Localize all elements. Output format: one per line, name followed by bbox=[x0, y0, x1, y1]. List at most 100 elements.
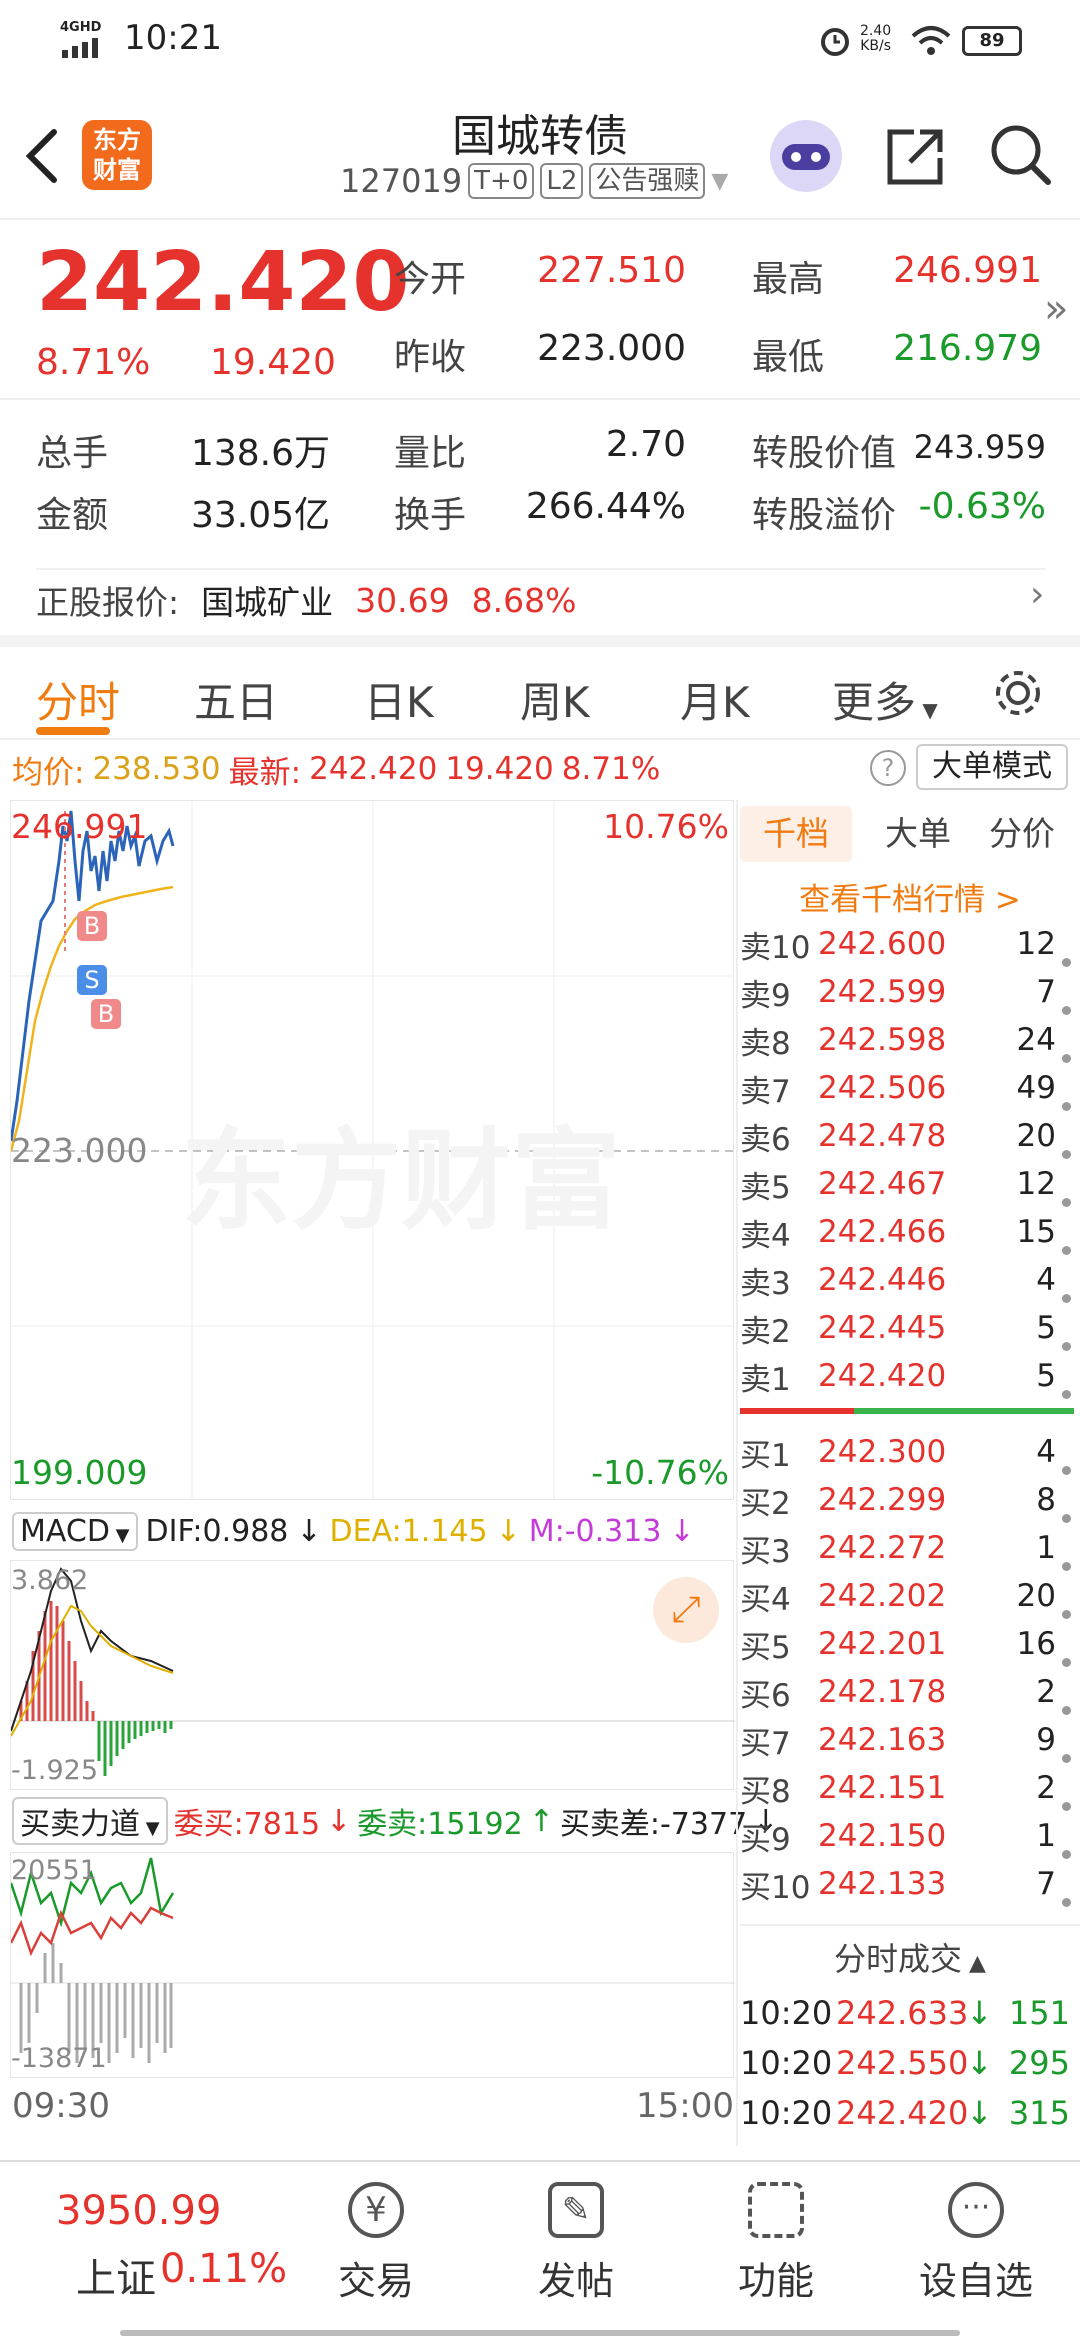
security-subtitle: 127019 T+0 L2 公告强赎 ▼ bbox=[340, 162, 728, 200]
flow-chart[interactable]: 20551 -13871 bbox=[10, 1852, 735, 2078]
flow-top-value: 20551 bbox=[11, 1855, 97, 1886]
expand-chevron-icon[interactable]: » bbox=[1044, 286, 1068, 332]
macd-selector[interactable]: MACD ▼ bbox=[12, 1511, 138, 1551]
macd-header: MACD ▼ DIF:0.988 ↓ DEA:1.145 ↓ M:-0.313 ↓ bbox=[12, 1506, 695, 1556]
macd-green-bars bbox=[97, 1721, 173, 1776]
bid-row[interactable]: 买5 242.201 16 bbox=[740, 1620, 1080, 1668]
settings-gear-icon[interactable] bbox=[990, 665, 1046, 721]
intraday-chart[interactable]: 东方财富 246.991 10.76% 223.000 199.009 -10.… bbox=[10, 800, 735, 1501]
macd-chart[interactable]: 3.862 -1.925 ⤢ bbox=[10, 1560, 735, 1790]
book-tab-depth[interactable]: 千档 bbox=[740, 806, 852, 862]
tab-more[interactable]: 更多 ▼ bbox=[832, 669, 938, 730]
row-dot-icon bbox=[1062, 1687, 1076, 1697]
tick-volume: 315 bbox=[1008, 2094, 1070, 2132]
ask-label: 卖2 bbox=[740, 1313, 791, 1350]
ask-row[interactable]: 卖4 242.466 15 bbox=[740, 1208, 1080, 1256]
nav-post[interactable]: ✎ 发帖 bbox=[496, 2182, 656, 2305]
tab-five-day[interactable]: 五日 bbox=[194, 669, 278, 730]
chart-top-pct: 10.76% bbox=[603, 807, 729, 846]
bid-row[interactable]: 买10 242.133 7 bbox=[740, 1860, 1080, 1908]
buy-marker[interactable]: B bbox=[77, 911, 107, 941]
buy-marker[interactable]: B bbox=[91, 999, 121, 1029]
amount-label: 金额 bbox=[36, 495, 109, 536]
bid-volume: 2 bbox=[1036, 1674, 1056, 1710]
ask-row[interactable]: 卖5 242.467 12 bbox=[740, 1160, 1080, 1208]
volume-ratio-label: 量比 bbox=[394, 433, 467, 474]
underlying-stock-row[interactable]: 正股报价: 国城矿业 30.69 8.68% bbox=[36, 568, 576, 632]
fullscreen-expand-icon[interactable]: ⤢ bbox=[653, 1577, 719, 1643]
bid-ask-ratio-bar-sell bbox=[740, 1408, 854, 1414]
bid-label: 买10 bbox=[740, 1869, 811, 1906]
open-label: 今开 bbox=[394, 259, 467, 300]
low-value: 216.979 bbox=[893, 328, 1042, 369]
big-order-mode-button[interactable]: 大单模式 bbox=[916, 744, 1068, 790]
arrow-down-icon: ↓ bbox=[669, 1513, 695, 1549]
bid-volume: 20 bbox=[1016, 1578, 1056, 1614]
bid-row[interactable]: 买3 242.272 1 bbox=[740, 1524, 1080, 1572]
ticks-title[interactable]: 分时成交 ▲ bbox=[740, 1934, 1080, 1980]
nav-functions[interactable]: 功能 bbox=[696, 2182, 856, 2305]
search-icon[interactable] bbox=[988, 122, 1054, 188]
bid-row[interactable]: 买7 242.163 9 bbox=[740, 1716, 1080, 1764]
book-tab-price-dist[interactable]: 分价 bbox=[972, 806, 1072, 862]
ask-row[interactable]: 卖2 242.445 5 bbox=[740, 1304, 1080, 1352]
robot-assistant-icon[interactable] bbox=[766, 116, 846, 196]
arrow-down-icon: ↓ bbox=[966, 2094, 993, 2132]
bid-row[interactable]: 买6 242.178 2 bbox=[740, 1668, 1080, 1716]
ask-row[interactable]: 卖1 242.420 5 bbox=[740, 1352, 1080, 1400]
change-percent: 8.71% bbox=[36, 342, 151, 383]
ask-row[interactable]: 卖3 242.446 4 bbox=[740, 1256, 1080, 1304]
ask-row[interactable]: 卖6 242.478 20 bbox=[740, 1112, 1080, 1160]
ask-volume: 5 bbox=[1036, 1310, 1056, 1346]
tick-volume: 295 bbox=[1008, 2044, 1070, 2082]
ask-row[interactable]: 卖7 242.506 49 bbox=[740, 1064, 1080, 1112]
book-tab-big-orders[interactable]: 大单 bbox=[868, 806, 968, 862]
underlying-label: 正股报价: bbox=[36, 583, 180, 622]
chevron-right-icon[interactable]: › bbox=[1030, 574, 1044, 615]
tab-monthly-k[interactable]: 月K bbox=[680, 669, 750, 730]
index-pct: 0.11% bbox=[160, 2246, 288, 2292]
bid-label: 买3 bbox=[740, 1533, 791, 1570]
ask-row[interactable]: 卖9 242.599 7 bbox=[740, 968, 1080, 1016]
underlying-price: 30.69 bbox=[355, 580, 450, 620]
flow-chart-svg bbox=[11, 1857, 735, 2063]
share-icon[interactable] bbox=[884, 124, 948, 188]
nav-add-watchlist[interactable]: ··· 设自选 bbox=[896, 2182, 1056, 2305]
row-dot-icon bbox=[1062, 1227, 1076, 1237]
bid-row[interactable]: 买9 242.150 1 bbox=[740, 1812, 1080, 1860]
ask-row[interactable]: 卖10 242.600 12 bbox=[740, 920, 1080, 968]
ask-label: 卖6 bbox=[740, 1121, 791, 1158]
change-amount: 19.420 bbox=[210, 342, 336, 383]
ask-label: 卖1 bbox=[740, 1361, 791, 1398]
flow-selector[interactable]: 买卖力道 ▼ bbox=[12, 1797, 168, 1845]
index-ticker[interactable]: 3950.99 bbox=[56, 2188, 221, 2234]
avg-label: 均价: bbox=[12, 754, 85, 791]
bid-row[interactable]: 买4 242.202 20 bbox=[740, 1572, 1080, 1620]
network-indicator: 4GHD bbox=[60, 20, 102, 35]
time-axis-start: 09:30 bbox=[12, 2086, 110, 2126]
tab-daily-k[interactable]: 日K bbox=[364, 669, 434, 730]
chevron-down-icon[interactable]: ▼ bbox=[711, 169, 728, 194]
nav-trade[interactable]: ¥ 交易 bbox=[296, 2182, 456, 2305]
ask-price: 242.446 bbox=[818, 1262, 947, 1298]
help-icon[interactable]: ? bbox=[870, 750, 906, 786]
open-value: 227.510 bbox=[537, 250, 686, 291]
arrow-down-icon: ↓ bbox=[966, 2044, 993, 2082]
ask-label: 卖3 bbox=[740, 1265, 791, 1302]
bid-label: 买6 bbox=[740, 1677, 791, 1714]
signal-icon bbox=[62, 38, 98, 58]
tab-intraday[interactable]: 分时 bbox=[36, 669, 120, 730]
row-dot-icon bbox=[1062, 1879, 1076, 1889]
bid-row[interactable]: 买1 242.300 4 bbox=[740, 1428, 1080, 1476]
bid-row[interactable]: 买2 242.299 8 bbox=[740, 1476, 1080, 1524]
depth-link[interactable]: 查看千档行情 > bbox=[740, 874, 1080, 919]
tab-weekly-k[interactable]: 周K bbox=[520, 669, 590, 730]
bid-row[interactable]: 买8 242.151 2 bbox=[740, 1764, 1080, 1812]
more-dots-icon: ··· bbox=[948, 2182, 1004, 2238]
tab-more-label: 更多 bbox=[832, 678, 917, 727]
ask-row[interactable]: 卖8 242.598 24 bbox=[740, 1016, 1080, 1064]
tick-price: 242.550 bbox=[836, 2044, 969, 2082]
tag-notice[interactable]: 公告强赎 bbox=[589, 163, 706, 199]
sell-marker[interactable]: S bbox=[77, 965, 107, 995]
nav-add-watchlist-label: 设自选 bbox=[918, 2259, 1033, 2303]
